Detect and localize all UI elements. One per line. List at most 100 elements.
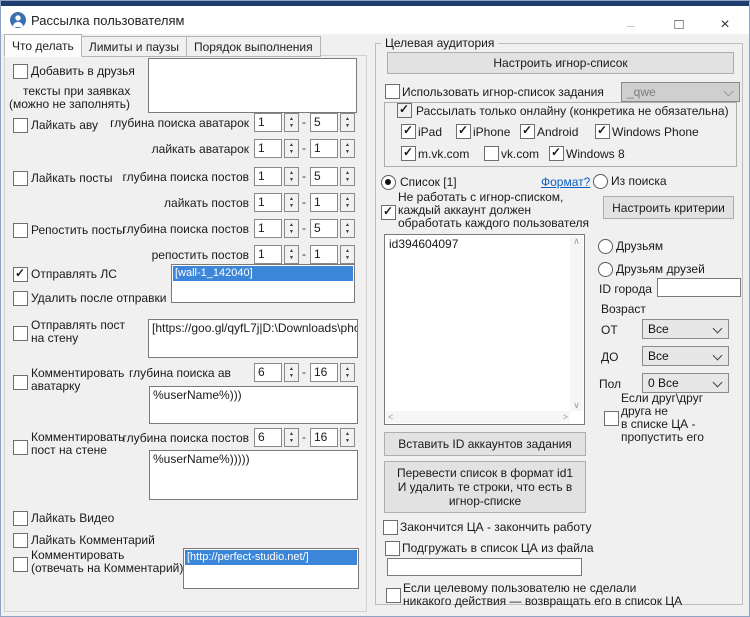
spin-up-icon[interactable]: ▲ (345, 367, 350, 372)
file-path-input[interactable] (387, 558, 582, 576)
spin-up-icon[interactable]: ▲ (289, 117, 294, 122)
list-source-radio[interactable] (381, 175, 396, 190)
spin-value[interactable]: 16 (310, 363, 338, 382)
repost-count-from-spinner[interactable]: 1 ▲ ▼ (254, 245, 299, 264)
title-bar[interactable]: Рассылка пользователям – □ × (1, 6, 749, 34)
spinner-arrows[interactable]: ▲▼ (284, 363, 299, 382)
wall-post-text-field[interactable]: [https://goo.gl/qyfL7j|D:\Downloads\phot… (148, 319, 358, 358)
spin-down-icon[interactable]: ▼ (345, 439, 350, 444)
scroll-left-icon[interactable]: < (388, 412, 393, 422)
spin-up-icon[interactable]: ▲ (289, 432, 294, 437)
spin-down-icon[interactable]: ▼ (345, 230, 350, 235)
scroll-down-icon[interactable]: ∨ (573, 400, 580, 411)
spin-up-icon[interactable]: ▲ (289, 197, 294, 202)
comment-wall-depth-to-spinner[interactable]: 16 ▲▼ (310, 428, 355, 447)
spin-down-icon[interactable]: ▼ (289, 256, 294, 261)
spin-value[interactable]: 5 (310, 167, 338, 186)
age-to-combobox[interactable]: Все (642, 346, 729, 366)
spin-value[interactable]: 6 (254, 363, 282, 382)
avatar-depth-from-spinner[interactable]: 1 ▲▼ (254, 113, 299, 132)
spin-up-icon[interactable]: ▲ (345, 143, 350, 148)
spin-down-icon[interactable]: ▼ (345, 178, 350, 183)
pm-templates-listbox[interactable]: [wall-1_142040] (171, 264, 355, 303)
close-button[interactable]: × (707, 11, 743, 38)
spin-down-icon[interactable]: ▼ (289, 124, 294, 129)
friend-request-texts-textarea[interactable] (148, 58, 357, 113)
spin-up-icon[interactable]: ▲ (289, 143, 294, 148)
spin-up-icon[interactable]: ▲ (289, 367, 294, 372)
repost-count-to-spinner[interactable]: 1 ▲▼ (310, 245, 355, 264)
insert-account-ids-button[interactable]: Вставить ID аккаунтов задания (384, 432, 586, 456)
spin-down-icon[interactable]: ▼ (345, 150, 350, 155)
spin-value[interactable]: 1 (254, 193, 282, 212)
search-source-radio[interactable] (593, 174, 608, 189)
friends-radio[interactable] (598, 239, 613, 254)
spinner-arrows[interactable]: ▲▼ (340, 219, 355, 238)
spinner-arrows[interactable]: ▲▼ (340, 428, 355, 447)
spin-value[interactable]: 1 (254, 245, 282, 264)
comment-reply-item[interactable]: [http://perfect-studio.net/] (185, 550, 357, 565)
spinner-arrows[interactable]: ▲▼ (340, 245, 355, 264)
spin-value[interactable]: 1 (310, 193, 338, 212)
use-ignore-list-checkbox[interactable] (385, 84, 400, 99)
spin-down-icon[interactable]: ▼ (345, 374, 350, 379)
avatar-count-to-spinner[interactable]: 1 ▲ ▼ (310, 139, 355, 158)
spin-value[interactable]: 16 (310, 428, 338, 447)
platform-windows8-checkbox[interactable] (549, 146, 564, 161)
gender-combobox[interactable]: 0 Все (642, 373, 729, 393)
spin-down-icon[interactable]: ▼ (289, 178, 294, 183)
spin-value[interactable]: 5 (310, 113, 338, 132)
spin-up-icon[interactable]: ▲ (289, 249, 294, 254)
spin-up-icon[interactable]: ▲ (345, 171, 350, 176)
repost-depth-to-spinner[interactable]: 5 ▲▼ (310, 219, 355, 238)
spinner-arrows[interactable]: ▲▼ (284, 428, 299, 447)
avatar-depth-to-spinner[interactable]: 5 ▲▼ (310, 113, 355, 132)
spin-up-icon[interactable]: ▲ (345, 432, 350, 437)
posts-depth-to-spinner[interactable]: 5 ▲ ▼ (310, 167, 355, 186)
spin-value[interactable]: 1 (310, 139, 338, 158)
like-video-checkbox[interactable] (13, 511, 28, 526)
spinner-arrows[interactable]: ▲▼ (284, 219, 299, 238)
spin-up-icon[interactable]: ▲ (289, 223, 294, 228)
target-list-textarea[interactable]: id394604097 ∧ ∨ < > (384, 234, 585, 425)
spin-up-icon[interactable]: ▲ (345, 249, 350, 254)
spinner-arrows[interactable]: ▲▼ (284, 113, 299, 132)
platform-mvk-checkbox[interactable] (401, 146, 416, 161)
spin-value[interactable]: 1 (310, 245, 338, 264)
posts-count-to-spinner[interactable]: 1 ▲▼ (310, 193, 355, 212)
add-friends-checkbox[interactable] (13, 64, 28, 79)
spinner-arrows[interactable]: ▲▼ (340, 363, 355, 382)
return-user-checkbox[interactable] (386, 588, 401, 603)
ignore-list-combobox[interactable]: _qwe (621, 82, 740, 102)
spin-value[interactable]: 5 (310, 219, 338, 238)
spin-down-icon[interactable]: ▼ (345, 204, 350, 209)
repost-depth-from-spinner[interactable]: 1 ▲▼ (254, 219, 299, 238)
platform-android-checkbox[interactable] (520, 124, 535, 139)
tab-limits-pauses[interactable]: Лимиты и паузы (82, 36, 187, 57)
scroll-up-icon[interactable]: ∧ (573, 236, 580, 247)
tab-execution-order[interactable]: Порядок выполнения (187, 36, 321, 57)
skip-if-not-in-list-checkbox[interactable] (604, 411, 619, 426)
friends-of-friends-radio[interactable] (598, 262, 613, 277)
spin-down-icon[interactable]: ▼ (345, 256, 350, 261)
platform-ipad-checkbox[interactable] (401, 124, 416, 139)
wall-comment-textarea[interactable]: %userName%))))) (149, 450, 358, 500)
spin-down-icon[interactable]: ▼ (289, 150, 294, 155)
comment-reply-checkbox[interactable] (13, 557, 28, 572)
like-posts-checkbox[interactable] (13, 171, 28, 186)
city-id-input[interactable] (657, 278, 741, 297)
spinner-arrows[interactable]: ▲▼ (340, 193, 355, 212)
vertical-scrollbar[interactable]: ∧ ∨ (570, 236, 583, 411)
spin-down-icon[interactable]: ▼ (289, 439, 294, 444)
platform-vk-checkbox[interactable] (484, 146, 499, 161)
like-avatar-checkbox[interactable] (13, 118, 28, 133)
comment-avatar-depth-to-spinner[interactable]: 16 ▲▼ (310, 363, 355, 382)
spin-value[interactable]: 1 (254, 139, 282, 158)
spin-up-icon[interactable]: ▲ (345, 117, 350, 122)
load-from-file-checkbox[interactable] (385, 541, 400, 556)
spin-down-icon[interactable]: ▼ (289, 230, 294, 235)
spin-value[interactable]: 1 (254, 219, 282, 238)
tab-what-to-do[interactable]: Что делать (4, 34, 82, 57)
maximize-button[interactable]: □ (661, 11, 697, 38)
repost-checkbox[interactable] (13, 223, 28, 238)
